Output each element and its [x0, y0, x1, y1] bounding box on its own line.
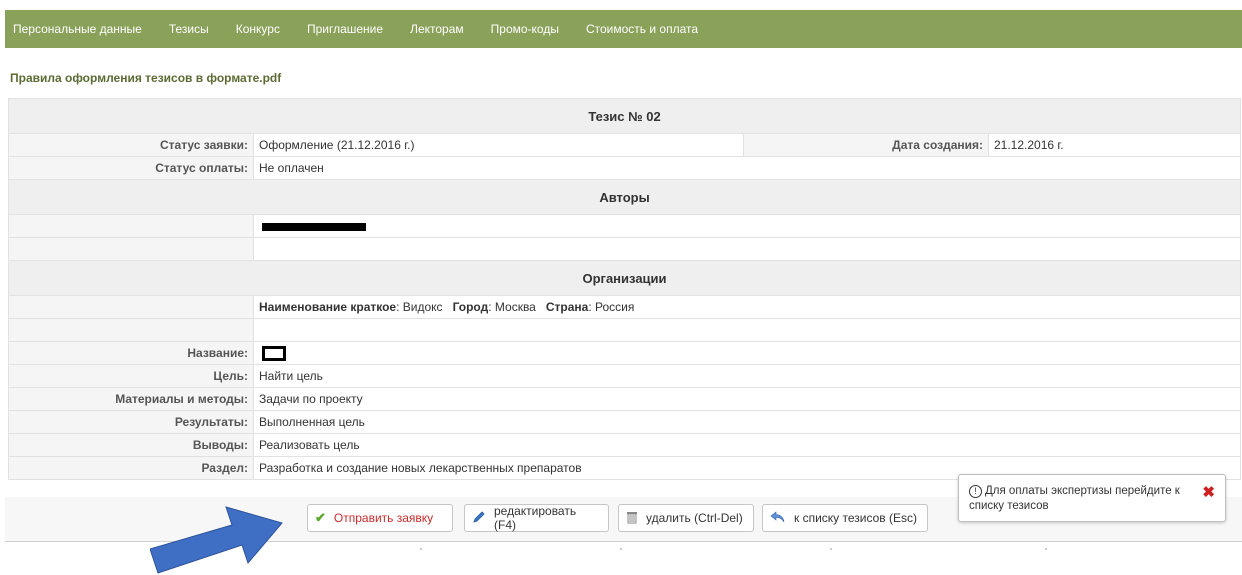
send-application-label: Отправить заявку: [333, 511, 434, 525]
status-value: Оформление (21.12.2016 г.): [253, 133, 744, 157]
created-value: 21.12.2016 г.: [987, 133, 1242, 157]
conclusions-value: Реализовать цель: [252, 433, 1242, 457]
pointer-arrow-icon: [150, 506, 283, 574]
created-label: Дата создания:: [743, 133, 989, 157]
nav-contest[interactable]: Конкурс: [236, 22, 280, 36]
methods-label: Материалы и методы:: [8, 387, 254, 411]
org-short-name-label: Наименование краткое: [259, 300, 397, 314]
payment-value: Не оплачен: [252, 156, 1242, 180]
redacted-title: [262, 345, 286, 361]
trash-icon: [626, 510, 638, 527]
send-application-button[interactable]: ✔ Отправить заявку: [307, 504, 453, 532]
close-icon[interactable]: ✖: [1202, 485, 1215, 500]
back-arrow-icon: [770, 510, 786, 526]
thesis-table: Тезис № 02 Статус заявки: Оформление (21…: [7, 98, 1242, 480]
org-city-value: : Москва: [488, 300, 536, 314]
delete-button[interactable]: удалить (Ctrl-Del): [618, 504, 754, 532]
org-city-label: Город: [452, 300, 489, 314]
pencil-icon: [472, 510, 486, 527]
thesis-content: Тезис № 02 Статус заявки: Оформление (21…: [7, 98, 1242, 480]
author-row: [252, 214, 1242, 238]
title-value: [252, 341, 1242, 365]
nav-invitation[interactable]: Приглашение: [307, 22, 383, 36]
edit-button[interactable]: редактировать (F4): [464, 504, 609, 532]
rules-pdf-link[interactable]: Правила оформления тезисов в формате.pdf: [10, 71, 281, 85]
org-country-value: : Россия: [588, 300, 635, 314]
edit-label: редактировать (F4): [494, 504, 577, 532]
back-to-list-label: к списку тезисов (Esc): [794, 511, 917, 525]
organization-row: Наименование краткое: Видокс Город: Моск…: [252, 295, 1242, 319]
payment-label: Статус оплаты:: [8, 156, 254, 180]
section-label: Раздел:: [8, 456, 254, 480]
conclusions-label: Выводы:: [8, 433, 254, 457]
nav-lecturers[interactable]: Лекторам: [410, 22, 464, 36]
payment-toast: ! Для оплаты экспертизы перейдите к списк…: [958, 474, 1226, 522]
org-short-name-value: : Видокс: [396, 300, 443, 314]
results-value: Выполненная цель: [252, 410, 1242, 434]
checkmark-icon: ✔: [315, 510, 326, 525]
top-strip: [0, 0, 1242, 10]
organizations-header: Организации: [7, 260, 1242, 296]
redacted-author: [262, 222, 366, 231]
nav-personal-data[interactable]: Персональные данные: [13, 22, 142, 36]
thesis-header: Тезис № 02: [7, 98, 1242, 134]
results-label: Результаты:: [8, 410, 254, 434]
nav-cost-and-payment[interactable]: Стоимость и оплата: [586, 22, 698, 36]
status-label: Статус заявки:: [8, 133, 254, 157]
nav-promo-codes[interactable]: Промо-коды: [491, 22, 559, 36]
toast-text: Для оплаты экспертизы перейдите к списку…: [969, 485, 1180, 512]
authors-header: Авторы: [7, 179, 1242, 215]
info-icon: !: [969, 485, 982, 498]
goal-label: Цель:: [8, 364, 254, 388]
nav-theses[interactable]: Тезисы: [169, 22, 209, 36]
delete-label: удалить (Ctrl-Del): [646, 511, 743, 525]
goal-value: Найти цель: [252, 364, 1242, 388]
title-label: Название:: [8, 341, 254, 365]
top-navigation: Персональные данные Тезисы Конкурс Пригл…: [5, 10, 1242, 48]
methods-value: Задачи по проекту: [252, 387, 1242, 411]
org-country-label: Страна: [545, 300, 589, 314]
pdf-row: Правила оформления тезисов в формате.pdf: [5, 58, 1242, 98]
back-to-list-button[interactable]: к списку тезисов (Esc): [762, 504, 928, 532]
